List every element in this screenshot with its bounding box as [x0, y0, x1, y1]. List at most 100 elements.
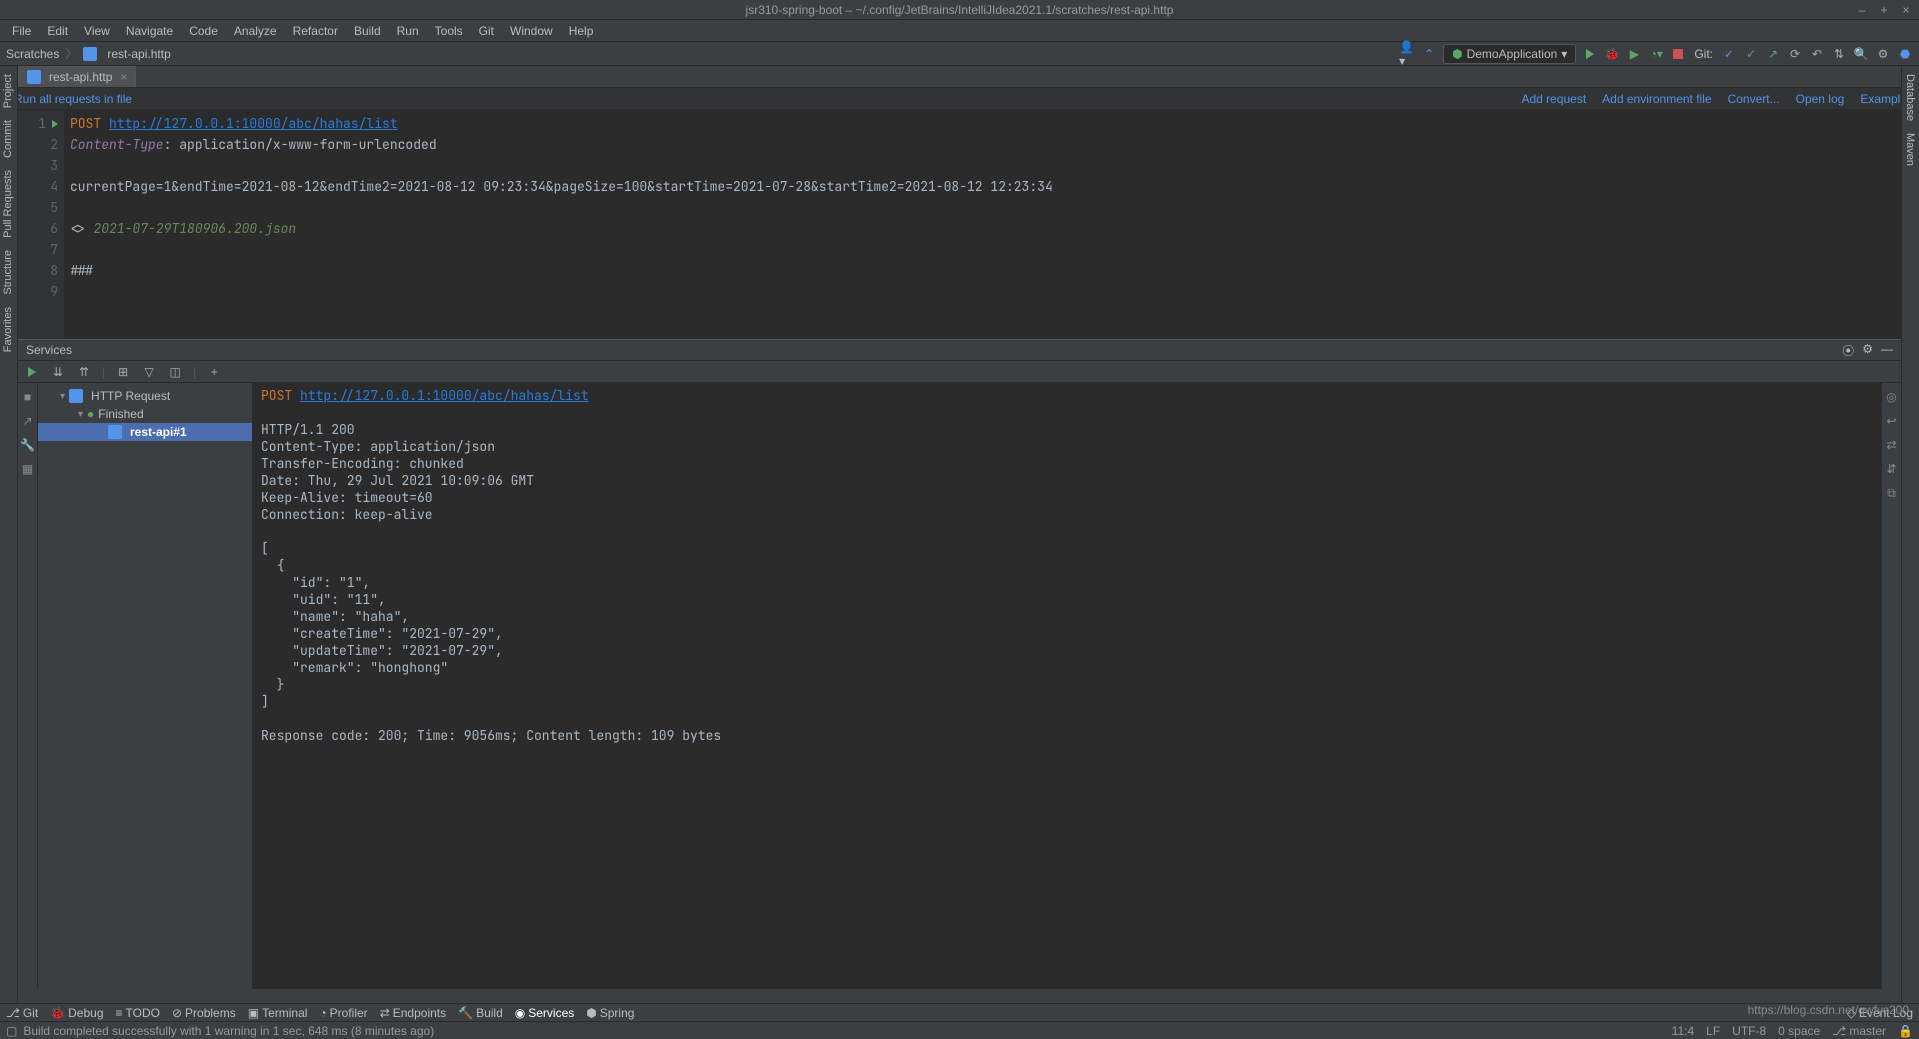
editor-content[interactable]: POST http://127.0.0.1:10000/abc/hahas/li… — [64, 110, 1901, 339]
build-icon[interactable]: ⌃ — [1421, 46, 1437, 62]
run-config-selector[interactable]: ⬢ DemoApplication ▾ — [1443, 44, 1576, 64]
group-icon[interactable]: ⊞ — [115, 364, 131, 380]
tool-todo[interactable]: ≡ TODO — [116, 1006, 160, 1020]
menu-edit[interactable]: Edit — [39, 22, 76, 40]
debug-button[interactable]: 🐞 — [1604, 46, 1620, 62]
menu-run[interactable]: Run — [389, 22, 427, 40]
tree-finished[interactable]: ▾●Finished — [38, 405, 252, 423]
filter-icon[interactable]: ▽ — [141, 364, 157, 380]
tree-item-rest-api-1[interactable]: rest-api#1 — [38, 423, 252, 441]
breadcrumb-file[interactable]: rest-api.http — [107, 47, 170, 61]
search-icon[interactable]: 🔍 — [1853, 46, 1869, 62]
maven-tool[interactable]: Maven — [1902, 129, 1918, 170]
code-editor[interactable]: 1 2 3 4 5 6 7 8 9 POST http://127.0.0.1:… — [18, 110, 1901, 339]
softwrap-icon[interactable]: ↩ — [1884, 413, 1900, 429]
minimize-icon[interactable]: – — [1855, 0, 1869, 20]
tool-problems[interactable]: ⊘ Problems — [172, 1006, 236, 1020]
navigation-bar: Scratches 〉 rest-api.http 👤▾ ⌃ ⬢ DemoApp… — [0, 42, 1919, 66]
tool-spring[interactable]: ⬢ Spring — [586, 1006, 634, 1020]
project-tool[interactable]: Project — [0, 70, 16, 112]
close-icon[interactable]: × — [1899, 0, 1913, 20]
tool-debug[interactable]: 🐞 Debug — [50, 1006, 103, 1020]
scroll-icon[interactable]: ⇄ — [1884, 437, 1900, 453]
layout-icon[interactable]: ▦ — [20, 461, 36, 477]
tool-endpoints[interactable]: ⇄ Endpoints — [380, 1006, 446, 1020]
request-url[interactable]: http://127.0.0.1:10000/abc/hahas/list — [109, 115, 398, 132]
collapse-all-icon[interactable]: ⇈ — [76, 364, 92, 380]
menu-help[interactable]: Help — [561, 22, 602, 40]
services-output[interactable]: POST http://127.0.0.1:10000/abc/hahas/li… — [253, 383, 1881, 989]
menu-tools[interactable]: Tools — [427, 22, 471, 40]
git-push-icon[interactable]: ↗ — [1765, 46, 1781, 62]
editor-tabs: rest-api.http × — [0, 66, 1919, 88]
database-tool[interactable]: Database — [1902, 70, 1918, 125]
line-separator[interactable]: LF — [1706, 1024, 1720, 1038]
indent-setting[interactable]: 0 space — [1778, 1024, 1820, 1038]
convert-link[interactable]: Convert... — [1728, 92, 1780, 106]
git-commit-icon[interactable]: ✓ — [1743, 46, 1759, 62]
search-everywhere-icon[interactable]: ⇅ — [1831, 46, 1847, 62]
stop-button[interactable] — [1670, 46, 1686, 62]
run-all-requests-link[interactable]: Run all requests in file — [14, 92, 132, 106]
out-url[interactable]: http://127.0.0.1:10000/abc/hahas/list — [300, 387, 589, 404]
hide-icon[interactable]: — — [1881, 342, 1893, 359]
git-branch[interactable]: ⎇ master — [1832, 1024, 1886, 1038]
event-log[interactable]: ◇ Event Log — [1847, 1006, 1913, 1020]
gear-icon[interactable]: ⚙ — [1862, 342, 1873, 359]
window-titlebar: jsr310-spring-boot – ~/.config/JetBrains… — [0, 0, 1919, 20]
tool-git[interactable]: ⎇ Git — [6, 1006, 38, 1020]
view-icon[interactable]: ◫ — [167, 364, 183, 380]
lock-icon[interactable]: 🔒 — [1898, 1024, 1913, 1038]
wrench-icon[interactable]: 🔧 — [20, 437, 36, 453]
menu-window[interactable]: Window — [502, 22, 561, 40]
menu-analyze[interactable]: Analyze — [226, 22, 285, 40]
add-configuration-icon[interactable]: 👤▾ — [1399, 46, 1415, 62]
editor-tab-rest-api[interactable]: rest-api.http × — [18, 66, 136, 87]
services-tree[interactable]: ▾HTTP Request ▾●Finished rest-api#1 — [38, 383, 253, 989]
line-number: 1 — [38, 113, 46, 134]
add-env-file-link[interactable]: Add environment file — [1602, 92, 1711, 106]
tool-services[interactable]: ◉ Services — [515, 1006, 575, 1020]
compare-icon[interactable]: ⇵ — [1884, 461, 1900, 477]
status-square-icon[interactable]: ▢ — [6, 1024, 17, 1038]
add-service-icon[interactable]: + — [206, 364, 222, 380]
tool-profiler[interactable]: ◔ Profiler — [319, 1006, 367, 1020]
close-tab-icon[interactable]: × — [120, 70, 127, 84]
services-options-icon[interactable]: ⦿ — [1842, 342, 1854, 359]
menu-refactor[interactable]: Refactor — [285, 22, 346, 40]
rerun-icon[interactable] — [24, 364, 40, 380]
caret-position[interactable]: 11:4 — [1672, 1024, 1694, 1038]
menu-build[interactable]: Build — [346, 22, 389, 40]
pin-icon[interactable]: ↗ — [20, 413, 36, 429]
menu-view[interactable]: View — [76, 22, 118, 40]
run-request-gutter-icon[interactable] — [52, 120, 58, 128]
file-encoding[interactable]: UTF-8 — [1732, 1024, 1766, 1038]
breadcrumb-root[interactable]: Scratches — [6, 47, 59, 61]
run-button[interactable] — [1582, 46, 1598, 62]
ide-features-icon[interactable]: ⬣ — [1897, 46, 1913, 62]
tool-terminal[interactable]: ▣ Terminal — [248, 1006, 308, 1020]
menu-git[interactable]: Git — [471, 22, 502, 40]
pull-requests-tool[interactable]: Pull Requests — [0, 166, 16, 242]
open-log-link[interactable]: Open log — [1796, 92, 1845, 106]
stop-icon[interactable]: ■ — [20, 389, 36, 405]
settings-icon[interactable]: ⚙ — [1875, 46, 1891, 62]
profile-button[interactable]: ◔▾ — [1648, 46, 1664, 62]
git-history-icon[interactable]: ⟳ — [1787, 46, 1803, 62]
structure-tool[interactable]: Structure — [0, 246, 16, 299]
tree-http-request[interactable]: ▾HTTP Request — [38, 387, 252, 405]
maximize-icon[interactable]: + — [1877, 0, 1891, 20]
commit-tool[interactable]: Commit — [0, 116, 16, 162]
menu-file[interactable]: File — [4, 22, 39, 40]
run-coverage-button[interactable]: ▶ — [1626, 46, 1642, 62]
favorites-tool[interactable]: Favorites — [0, 303, 16, 356]
expand-all-icon[interactable]: ⇊ — [50, 364, 66, 380]
copy-icon[interactable]: ⧉ — [1884, 485, 1900, 501]
menu-code[interactable]: Code — [181, 22, 226, 40]
rollback-icon[interactable]: ↶ — [1809, 46, 1825, 62]
menu-navigate[interactable]: Navigate — [118, 22, 181, 40]
eye-icon[interactable]: ◎ — [1884, 389, 1900, 405]
add-request-link[interactable]: Add request — [1521, 92, 1586, 106]
git-update-icon[interactable]: ✓ — [1721, 46, 1737, 62]
tool-build[interactable]: 🔨 Build — [458, 1006, 503, 1020]
